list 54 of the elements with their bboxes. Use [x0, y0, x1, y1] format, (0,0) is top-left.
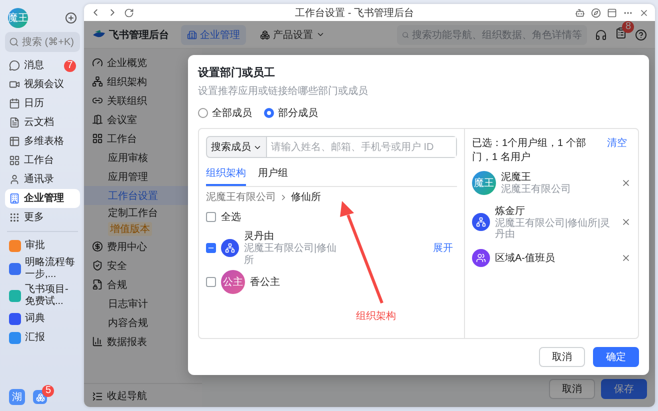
selected-path: 泥魔王有限公司|修仙所|灵丹由	[495, 218, 612, 240]
nav-label: 定制工作台	[108, 206, 158, 220]
notification-badge: 8	[622, 20, 634, 32]
notification-badge: 5	[42, 385, 54, 397]
avatar: 魔王	[472, 170, 496, 195]
nav-label: 日志审计	[108, 298, 148, 310]
selected-name: 区域A-值班员	[495, 252, 555, 264]
member-name: 香公主	[250, 276, 280, 289]
sidebar-label: 审批	[25, 240, 45, 252]
nav-label: 关联组织	[107, 94, 147, 108]
sidebar-label: 消息	[24, 60, 44, 72]
nav-label: 内容合规	[108, 316, 148, 330]
sidebar-label: 明略流程每一步,...	[25, 257, 76, 280]
member-path: 泥魔王有限公司|修仙所	[244, 243, 338, 266]
sidebar-label: 汇报	[25, 332, 45, 344]
sidebar-label: 视频会议	[24, 78, 64, 90]
nav-label: 组织架构	[107, 76, 147, 88]
nav-label: 费用中心	[107, 240, 147, 254]
annotation-label: 组织架构	[356, 310, 396, 323]
avatar: 公主	[221, 270, 245, 294]
search-placeholder: 搜索 (⌘+K)	[22, 36, 74, 49]
sidebar-label: 企业管理	[24, 192, 64, 204]
select-all-label: 全选	[221, 210, 241, 224]
selection-summary: 已选：1个用户组，1 个部门，1 名用户	[472, 136, 587, 164]
dialog-subtitle: 设置推荐应用或链接给哪些部门或成员	[198, 84, 369, 98]
nav-label: 工作台设置	[108, 190, 158, 202]
member-name: 灵丹由	[244, 230, 275, 242]
app-logo: 飞书管理后台	[92, 28, 169, 42]
nav-label: 会议室	[107, 114, 137, 126]
nav-label: 应用审核	[108, 152, 148, 164]
sidebar-label: 多维表格	[24, 136, 64, 148]
sidebar-label: 日历	[24, 98, 44, 110]
tier-tag: 增值版本	[108, 222, 152, 236]
selected-name: 泥魔王	[501, 170, 532, 184]
sidebar-label: 通讯录	[24, 174, 54, 186]
nav-label: 合规	[107, 278, 127, 292]
selected-name: 炼金厅	[495, 204, 526, 218]
window-title: 工作台设置 - 飞书管理后台	[294, 6, 415, 20]
tab-label: 产品设置	[273, 28, 313, 42]
sidebar-label: 词典	[25, 312, 45, 324]
nav-label: 数据报表	[107, 336, 147, 348]
sidebar-label: 云文档	[24, 116, 54, 128]
selected-path: 泥魔王有限公司	[501, 184, 571, 196]
sidebar-label: 工作台	[24, 154, 54, 166]
sidebar-label: 更多	[24, 212, 44, 224]
nav-label: 应用管理	[108, 170, 148, 184]
sidebar-label: 飞书项目-免费试...	[25, 284, 70, 307]
nav-label: 安全	[107, 260, 127, 272]
search-placeholder: 搜索功能导航、组织数据、角色详情等	[412, 28, 582, 42]
dialog-title: 设置部门或员工	[198, 66, 276, 80]
nav-label: 企业概览	[107, 56, 147, 70]
nav-label: 工作台	[107, 132, 137, 146]
unread-badge: 7	[64, 60, 76, 72]
tab-label: 企业管理	[200, 28, 240, 42]
